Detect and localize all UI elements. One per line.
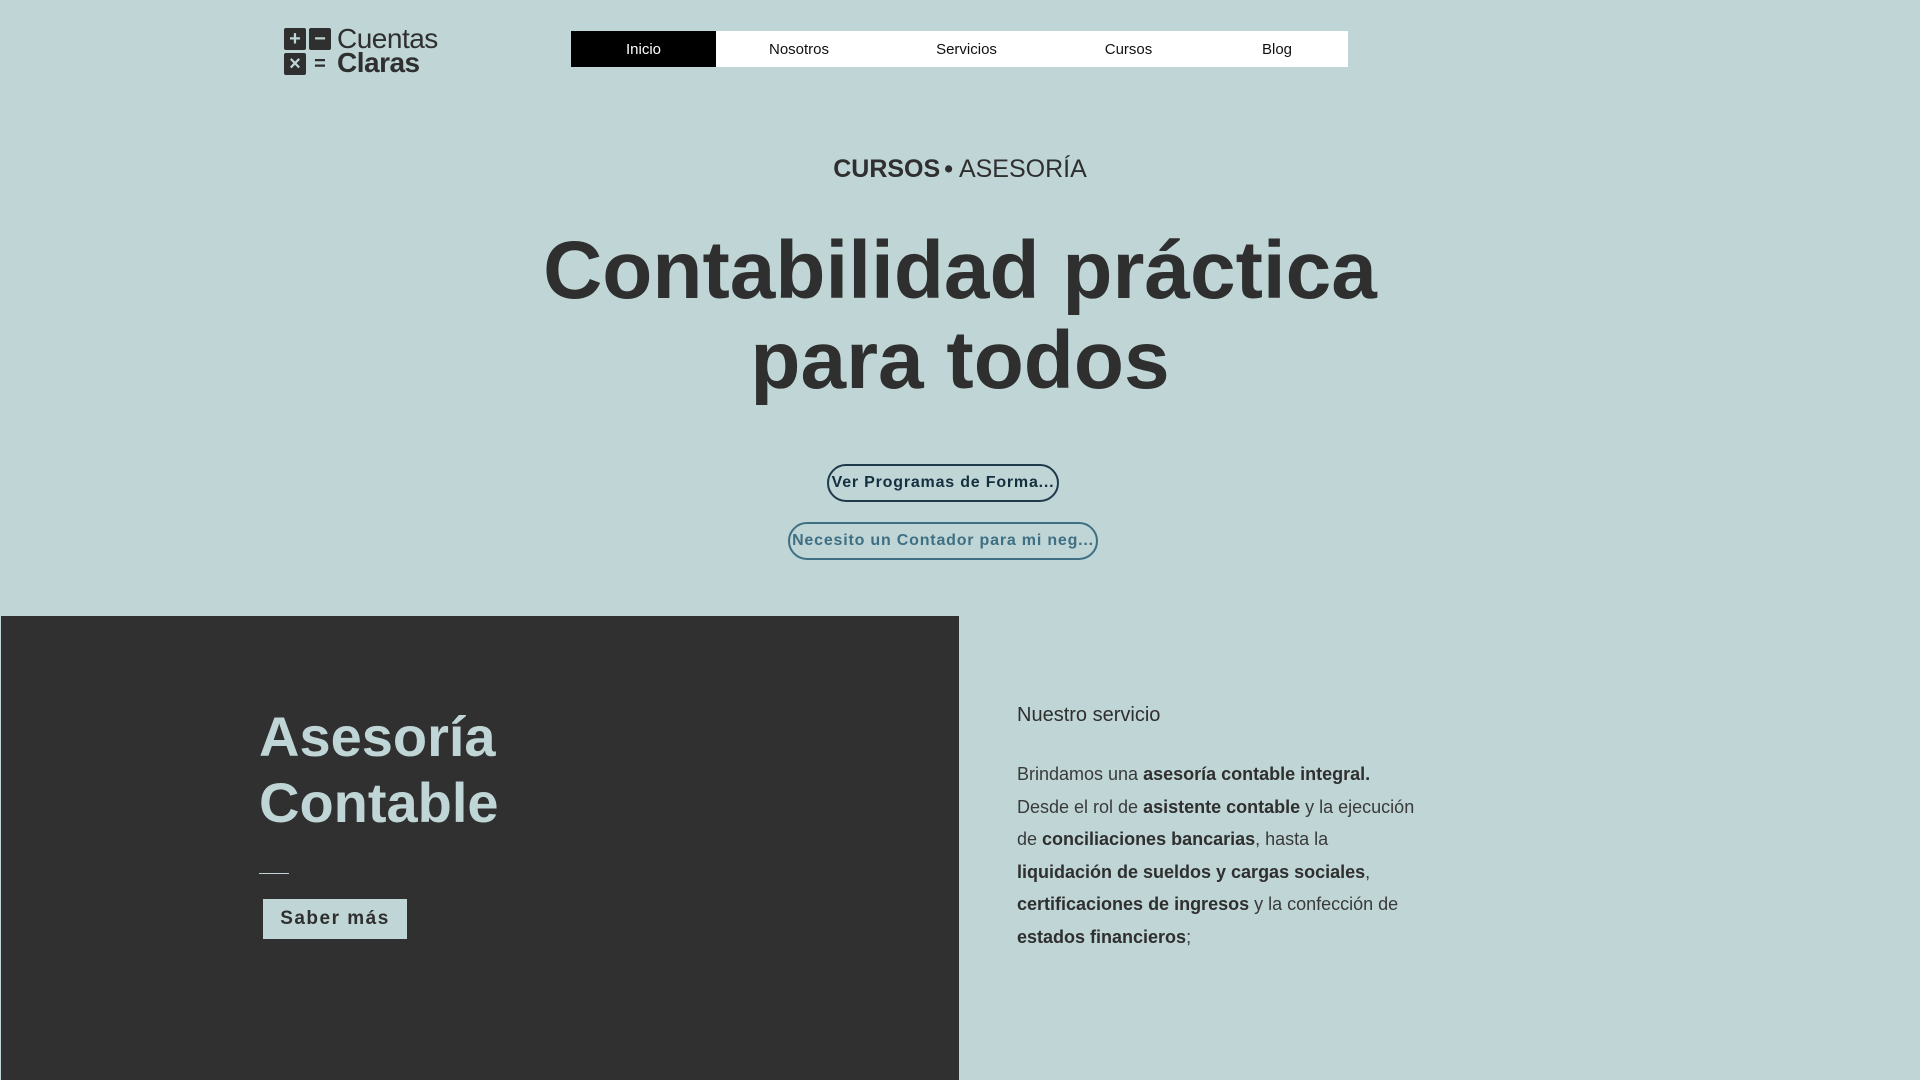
kicker-separator: • (944, 155, 953, 183)
service-text-bold: asesoría contable integral. (1143, 764, 1371, 784)
service-text-bold: conciliaciones bancarias (1042, 829, 1256, 849)
title-divider (259, 873, 289, 874)
hero-title-line-2: para todos (750, 315, 1170, 406)
learn-more-button[interactable]: Saber más (263, 899, 407, 939)
service-title-line-2: Contable (259, 771, 499, 834)
service-text-bold: certificaciones de ingresos (1017, 894, 1250, 914)
service-text-segment: , hasta la (1255, 829, 1329, 849)
logo-line-2: Claras (337, 47, 420, 78)
nav-item-inicio[interactable]: Inicio (571, 31, 716, 67)
kicker-cursos: CURSOS (833, 155, 941, 183)
calculator-logo-icon: + − × = (284, 27, 331, 75)
service-title-line-1: Asesoría (259, 705, 496, 768)
times-icon: × (284, 52, 306, 75)
service-description: Brindamos una asesoría contable integral… (1017, 758, 1417, 953)
nav-item-nosotros[interactable]: Nosotros (716, 31, 882, 67)
main-nav: Inicio Nosotros Servicios Cursos Blog (571, 31, 1348, 67)
equals-icon: = (314, 52, 326, 75)
service-panel-title: Asesoría Contable (259, 704, 499, 836)
hero-title-line-1: Contabilidad práctica (543, 225, 1377, 316)
service-text-segment: Brindamos una (1017, 764, 1144, 784)
service-text-segment: y la confección de (1249, 894, 1399, 914)
hero-kicker: CURSOS • ASESORÍA (0, 155, 1920, 184)
service-panel: Asesoría Contable Saber más (1, 616, 959, 1080)
service-text-bold: liquidación de sueldos y cargas sociales (1017, 861, 1366, 882)
service-text-segment: ; (1186, 926, 1192, 947)
service-text-segment: , (1365, 861, 1371, 882)
programs-button[interactable]: Ver Programas de Forma... (827, 464, 1059, 502)
service-text-bold: asistente contable (1143, 796, 1301, 817)
nav-item-cursos[interactable]: Cursos (1051, 31, 1206, 67)
nav-item-servicios[interactable]: Servicios (882, 31, 1051, 67)
service-heading: Nuestro servicio (1017, 704, 1161, 726)
nav-item-blog[interactable]: Blog (1206, 31, 1348, 67)
service-text-bold: estados financieros (1017, 926, 1187, 947)
plus-icon: + (284, 27, 306, 50)
hero-title: Contabilidad práctica para todos (460, 226, 1460, 406)
kicker-asesoria: ASESORÍA (958, 155, 1087, 183)
service-text-segment: Desde el rol de (1017, 796, 1144, 817)
logo-wordmark: Cuentas Claras (337, 25, 438, 78)
minus-icon: − (309, 27, 331, 50)
site-logo[interactable]: + − × = Cuentas Claras (284, 25, 438, 78)
need-accountant-button[interactable]: Necesito un Contador para mi neg... (788, 522, 1098, 560)
